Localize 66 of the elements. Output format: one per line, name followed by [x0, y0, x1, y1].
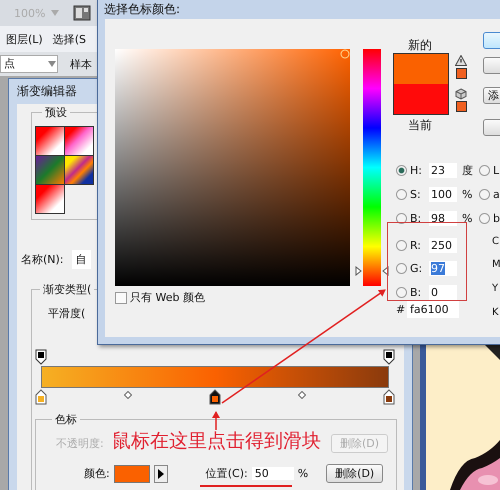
group-label: 预设	[42, 105, 70, 120]
add-button[interactable]: 添	[483, 87, 500, 104]
gradient-preset[interactable]	[64, 126, 94, 156]
delete-button[interactable]: 删除(D)	[326, 464, 384, 483]
percent-label: %	[298, 467, 308, 480]
field-label: K	[492, 307, 499, 318]
caret-icon[interactable]	[48, 61, 56, 67]
field-label: H:	[410, 164, 423, 176]
color-field[interactable]	[115, 49, 350, 286]
midpoint-icon[interactable]	[124, 391, 132, 399]
layout-icon[interactable]	[73, 5, 92, 21]
current-label: 当前	[408, 117, 432, 134]
location-label: 位置(C):	[206, 466, 248, 481]
value-field[interactable]: 250	[429, 238, 457, 252]
name-label: 名称(N):	[21, 252, 64, 267]
location-field[interactable]: 50	[252, 467, 294, 480]
window-title: 渐变编辑器	[16, 83, 78, 100]
field-label: a	[493, 188, 500, 200]
field-label: L	[493, 164, 500, 176]
gradient-preset[interactable]	[35, 126, 65, 156]
sample-label: 样本	[70, 56, 92, 72]
value-field[interactable]: 23	[429, 162, 457, 178]
field-label: B:	[410, 212, 422, 224]
gradient-preset[interactable]	[35, 184, 65, 214]
gamut-swatch[interactable]	[456, 68, 467, 79]
color-comparison[interactable]	[393, 53, 449, 115]
name-field[interactable]: 自	[72, 250, 91, 269]
arrow	[212, 411, 220, 430]
opacity-label: 不透明度:	[56, 436, 104, 451]
hex-field[interactable]: fa6100	[407, 301, 459, 318]
gradient-preset[interactable]	[64, 155, 94, 185]
field-label: b	[493, 212, 500, 224]
warning-icon[interactable]	[455, 55, 467, 66]
web-swatch[interactable]	[456, 101, 467, 112]
midpoint-icon[interactable]	[298, 391, 306, 399]
field-label: R:	[410, 238, 422, 252]
field-label: B:	[410, 286, 422, 298]
web-colors-label: 只有 Web 颜色	[130, 290, 205, 305]
unit-label: %	[462, 212, 472, 224]
color-marker-icon[interactable]	[340, 49, 350, 59]
unit-label: 度	[462, 162, 473, 178]
field-label: C	[492, 236, 499, 247]
gradient-bar[interactable]	[41, 366, 389, 388]
field-label: M	[492, 259, 500, 270]
color-swatch[interactable]	[114, 464, 150, 482]
menu-item[interactable]: 图层(L)	[6, 32, 43, 46]
value-field[interactable]: 100	[429, 186, 457, 202]
new-label: 新的	[408, 37, 432, 54]
sample-field[interactable]: 点	[0, 55, 58, 73]
color-label: 颜色:	[84, 466, 110, 481]
group-label: 色标	[52, 412, 80, 427]
group-label: 渐变类型(	[40, 282, 94, 297]
field-label: Y	[492, 283, 498, 294]
annotation-text: 鼠标在这里点击得到滑块	[112, 429, 321, 454]
window-title: 选择色标颜色:	[103, 1, 182, 18]
hex-label: #	[396, 303, 406, 316]
hue-slider-thumb[interactable]	[355, 266, 389, 276]
value-field[interactable]: 0	[429, 284, 457, 300]
unit-label: %	[462, 188, 472, 200]
smoothness-label: 平滑度(	[48, 306, 86, 321]
field-label: G:	[410, 262, 424, 274]
checkbox[interactable]	[115, 292, 127, 304]
value-field[interactable]: 97	[429, 260, 457, 276]
menu-item[interactable]: 选择(S	[52, 32, 86, 46]
field-label: S:	[410, 188, 422, 200]
play-icon[interactable]	[154, 464, 168, 482]
